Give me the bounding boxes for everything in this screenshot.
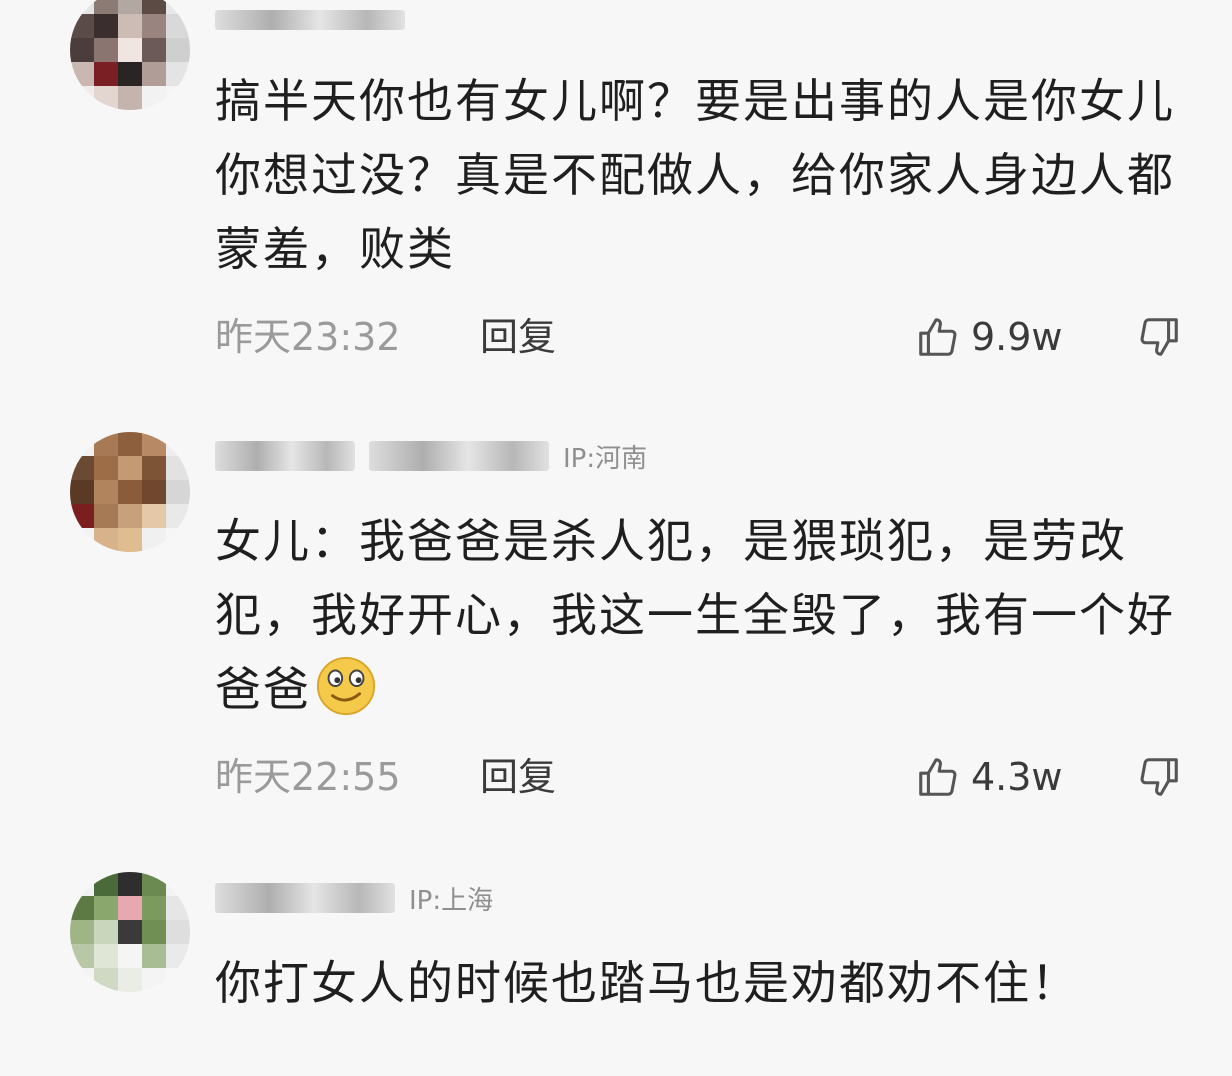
comment-text: 搞半天你也有女儿啊？要是出事的人是你女儿你想过没？真是不配做人，给你家人身边人都… <box>215 74 1175 276</box>
like-count: 4.3w <box>971 755 1063 799</box>
comment-time: 昨天23:32 <box>215 315 401 359</box>
avatar[interactable] <box>70 0 190 110</box>
like-button[interactable]: 9.9w <box>915 312 1063 362</box>
like-count: 9.9w <box>971 315 1063 359</box>
ip-location: IP:河南 <box>563 443 648 474</box>
thumbs-up-icon <box>919 758 957 796</box>
username-row: IP:上海 <box>215 878 493 918</box>
thumbs-up-icon <box>919 318 957 356</box>
username-blurred[interactable] <box>215 441 355 471</box>
comment-time: 昨天22:55 <box>215 755 401 799</box>
thumbs-down-icon[interactable] <box>1136 754 1182 800</box>
reply-button[interactable]: 回复 <box>480 312 556 362</box>
username-blurred[interactable] <box>215 883 395 913</box>
thumbs-down-icon[interactable] <box>1136 314 1182 360</box>
smirk-face-emoji <box>316 656 376 716</box>
avatar[interactable] <box>70 872 190 992</box>
comment-meta: 昨天23:32 回复 9.9w <box>215 312 1182 362</box>
username-row <box>215 0 405 40</box>
comment-text: 女儿：我爸爸是杀人犯，是猥琐犯，是劳改犯，我好开心，我这一生全毁了，我有一个好爸… <box>215 504 1185 726</box>
username-blurred[interactable] <box>215 10 405 30</box>
comment-meta: 昨天22:55 回复 4.3w <box>215 752 1182 802</box>
avatar[interactable] <box>70 432 190 552</box>
username-blurred[interactable] <box>369 441 549 471</box>
username-row: IP:河南 <box>215 436 647 476</box>
reply-button[interactable]: 回复 <box>480 752 556 802</box>
like-button[interactable]: 4.3w <box>915 752 1063 802</box>
comment-text: 你打女人的时候也踏马也是劝都劝不住！ <box>215 956 1079 1010</box>
ip-location: IP:上海 <box>409 885 494 916</box>
